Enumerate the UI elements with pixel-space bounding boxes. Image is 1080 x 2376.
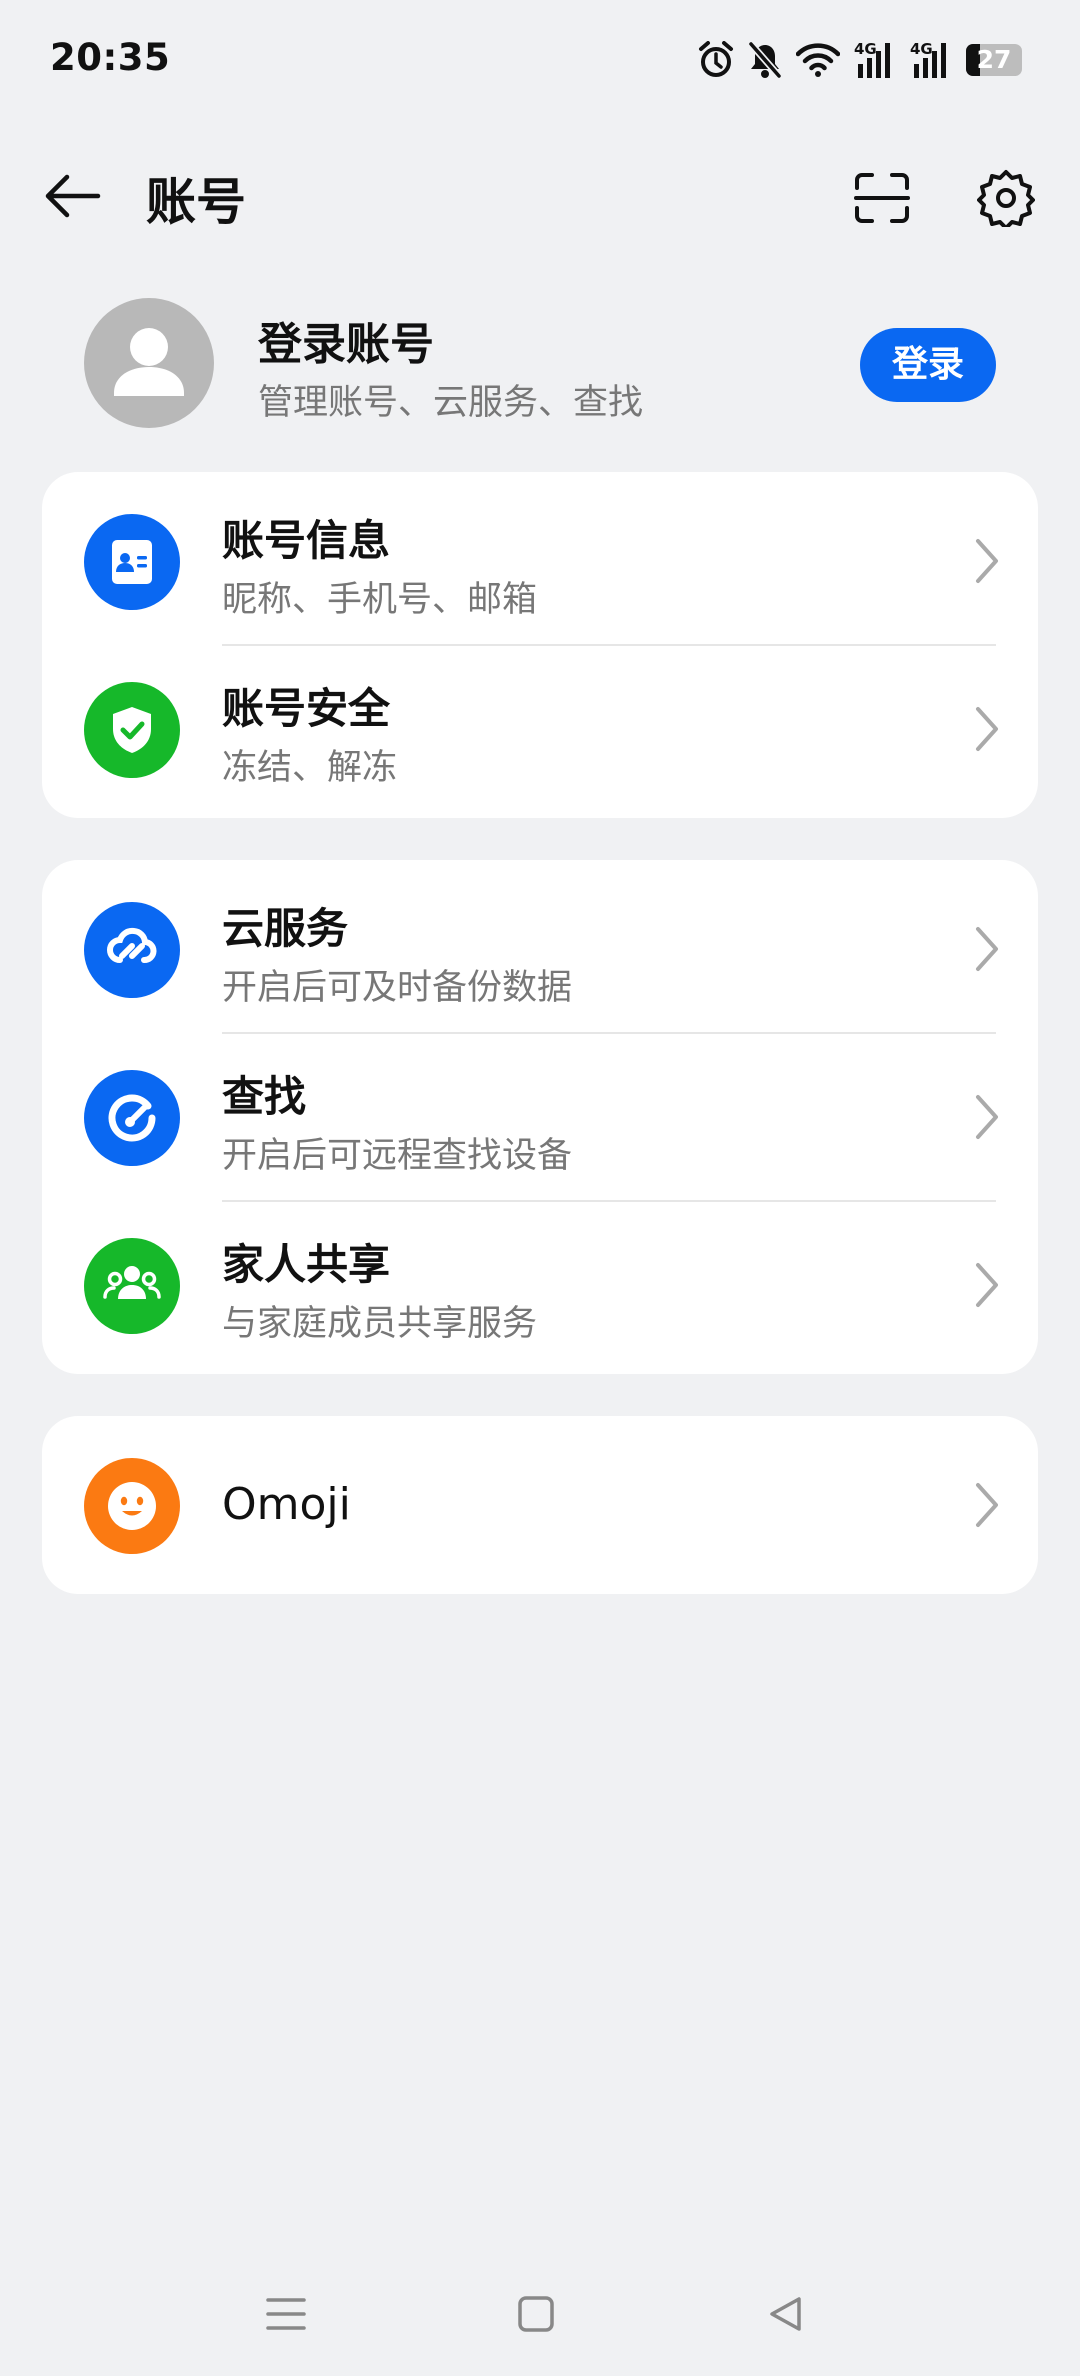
back-triangle-icon: [770, 2297, 801, 2331]
status-time: 20:35: [50, 36, 171, 79]
family-sharing-item[interactable]: 家人共享 与家庭成员共享服务: [42, 1201, 1038, 1369]
omoji-item[interactable]: Omoji: [42, 1421, 1038, 1589]
header: 账号: [0, 140, 1080, 240]
page-title: 账号: [146, 173, 246, 231]
chevron-right-icon: [976, 707, 998, 751]
battery-level: 27: [976, 45, 1012, 74]
profile-title: 登录账号: [258, 319, 434, 370]
gear-icon: [977, 170, 1035, 227]
account-card: 账号信息 昵称、手机号、邮箱 账号安全 冻结、解冻: [42, 472, 1038, 818]
item-subtitle: 与家庭成员共享服务: [222, 1304, 538, 1344]
profile-subtitle: 管理账号、云服务、查找: [258, 383, 644, 423]
item-title: 账号安全: [222, 684, 391, 733]
id-card-icon: [84, 514, 180, 610]
recent-apps-button[interactable]: [256, 2284, 316, 2344]
avatar[interactable]: [84, 298, 214, 428]
item-subtitle: 冻结、解冻: [222, 748, 398, 788]
settings-button[interactable]: [964, 156, 1048, 240]
chevron-right-icon: [976, 1263, 998, 1307]
status-bar: 20:35 4G 4G 27: [0, 0, 1080, 118]
find-device-item[interactable]: 查找 开启后可远程查找设备: [42, 1033, 1038, 1201]
home-square-icon: [518, 2296, 554, 2332]
item-title: 云服务: [222, 904, 349, 953]
chevron-right-icon: [976, 1483, 998, 1527]
item-title: 查找: [222, 1072, 307, 1121]
profile-section[interactable]: 登录账号 管理账号、云服务、查找 登录: [0, 290, 1080, 440]
omoji-card: Omoji: [42, 1416, 1038, 1594]
scan-button[interactable]: [840, 156, 924, 240]
wifi-icon: [796, 42, 840, 78]
home-button[interactable]: [506, 2284, 566, 2344]
item-subtitle: 昵称、手机号、邮箱: [222, 580, 538, 620]
item-subtitle: 开启后可远程查找设备: [222, 1136, 573, 1176]
chevron-right-icon: [976, 539, 998, 583]
navigation-bar: [0, 2260, 1080, 2376]
account-security-item[interactable]: 账号安全 冻结、解冻: [42, 645, 1038, 813]
signal-icon: 4G: [854, 40, 896, 80]
signal-icon: 4G: [910, 40, 952, 80]
cloud-link-icon: [84, 902, 180, 998]
item-title: Omoji: [222, 1479, 351, 1530]
chevron-right-icon: [976, 927, 998, 971]
battery-icon: 27: [966, 44, 1022, 76]
bell-muted-icon: [748, 41, 782, 79]
services-card: 云服务 开启后可及时备份数据 查找 开启后可远程查找设备 家人共享 与家庭成员共…: [42, 860, 1038, 1374]
family-icon: [84, 1238, 180, 1334]
smiley-icon: [84, 1458, 180, 1554]
login-button[interactable]: 登录: [860, 328, 996, 402]
scan-icon: [854, 173, 910, 223]
back-nav-button[interactable]: [756, 2284, 816, 2344]
chevron-right-icon: [976, 1095, 998, 1139]
shield-check-icon: [84, 682, 180, 778]
menu-icon: [266, 2298, 306, 2330]
item-subtitle: 开启后可及时备份数据: [222, 968, 573, 1008]
status-icons: 4G 4G 27: [698, 38, 1022, 82]
account-info-item[interactable]: 账号信息 昵称、手机号、邮箱: [42, 477, 1038, 645]
back-arrow-icon: [45, 174, 101, 218]
radar-icon: [84, 1070, 180, 1166]
cloud-service-item[interactable]: 云服务 开启后可及时备份数据: [42, 865, 1038, 1033]
alarm-icon: [698, 41, 734, 79]
back-button[interactable]: [36, 160, 108, 232]
person-icon: [114, 328, 184, 396]
item-title: 账号信息: [222, 516, 391, 565]
item-title: 家人共享: [222, 1240, 391, 1289]
